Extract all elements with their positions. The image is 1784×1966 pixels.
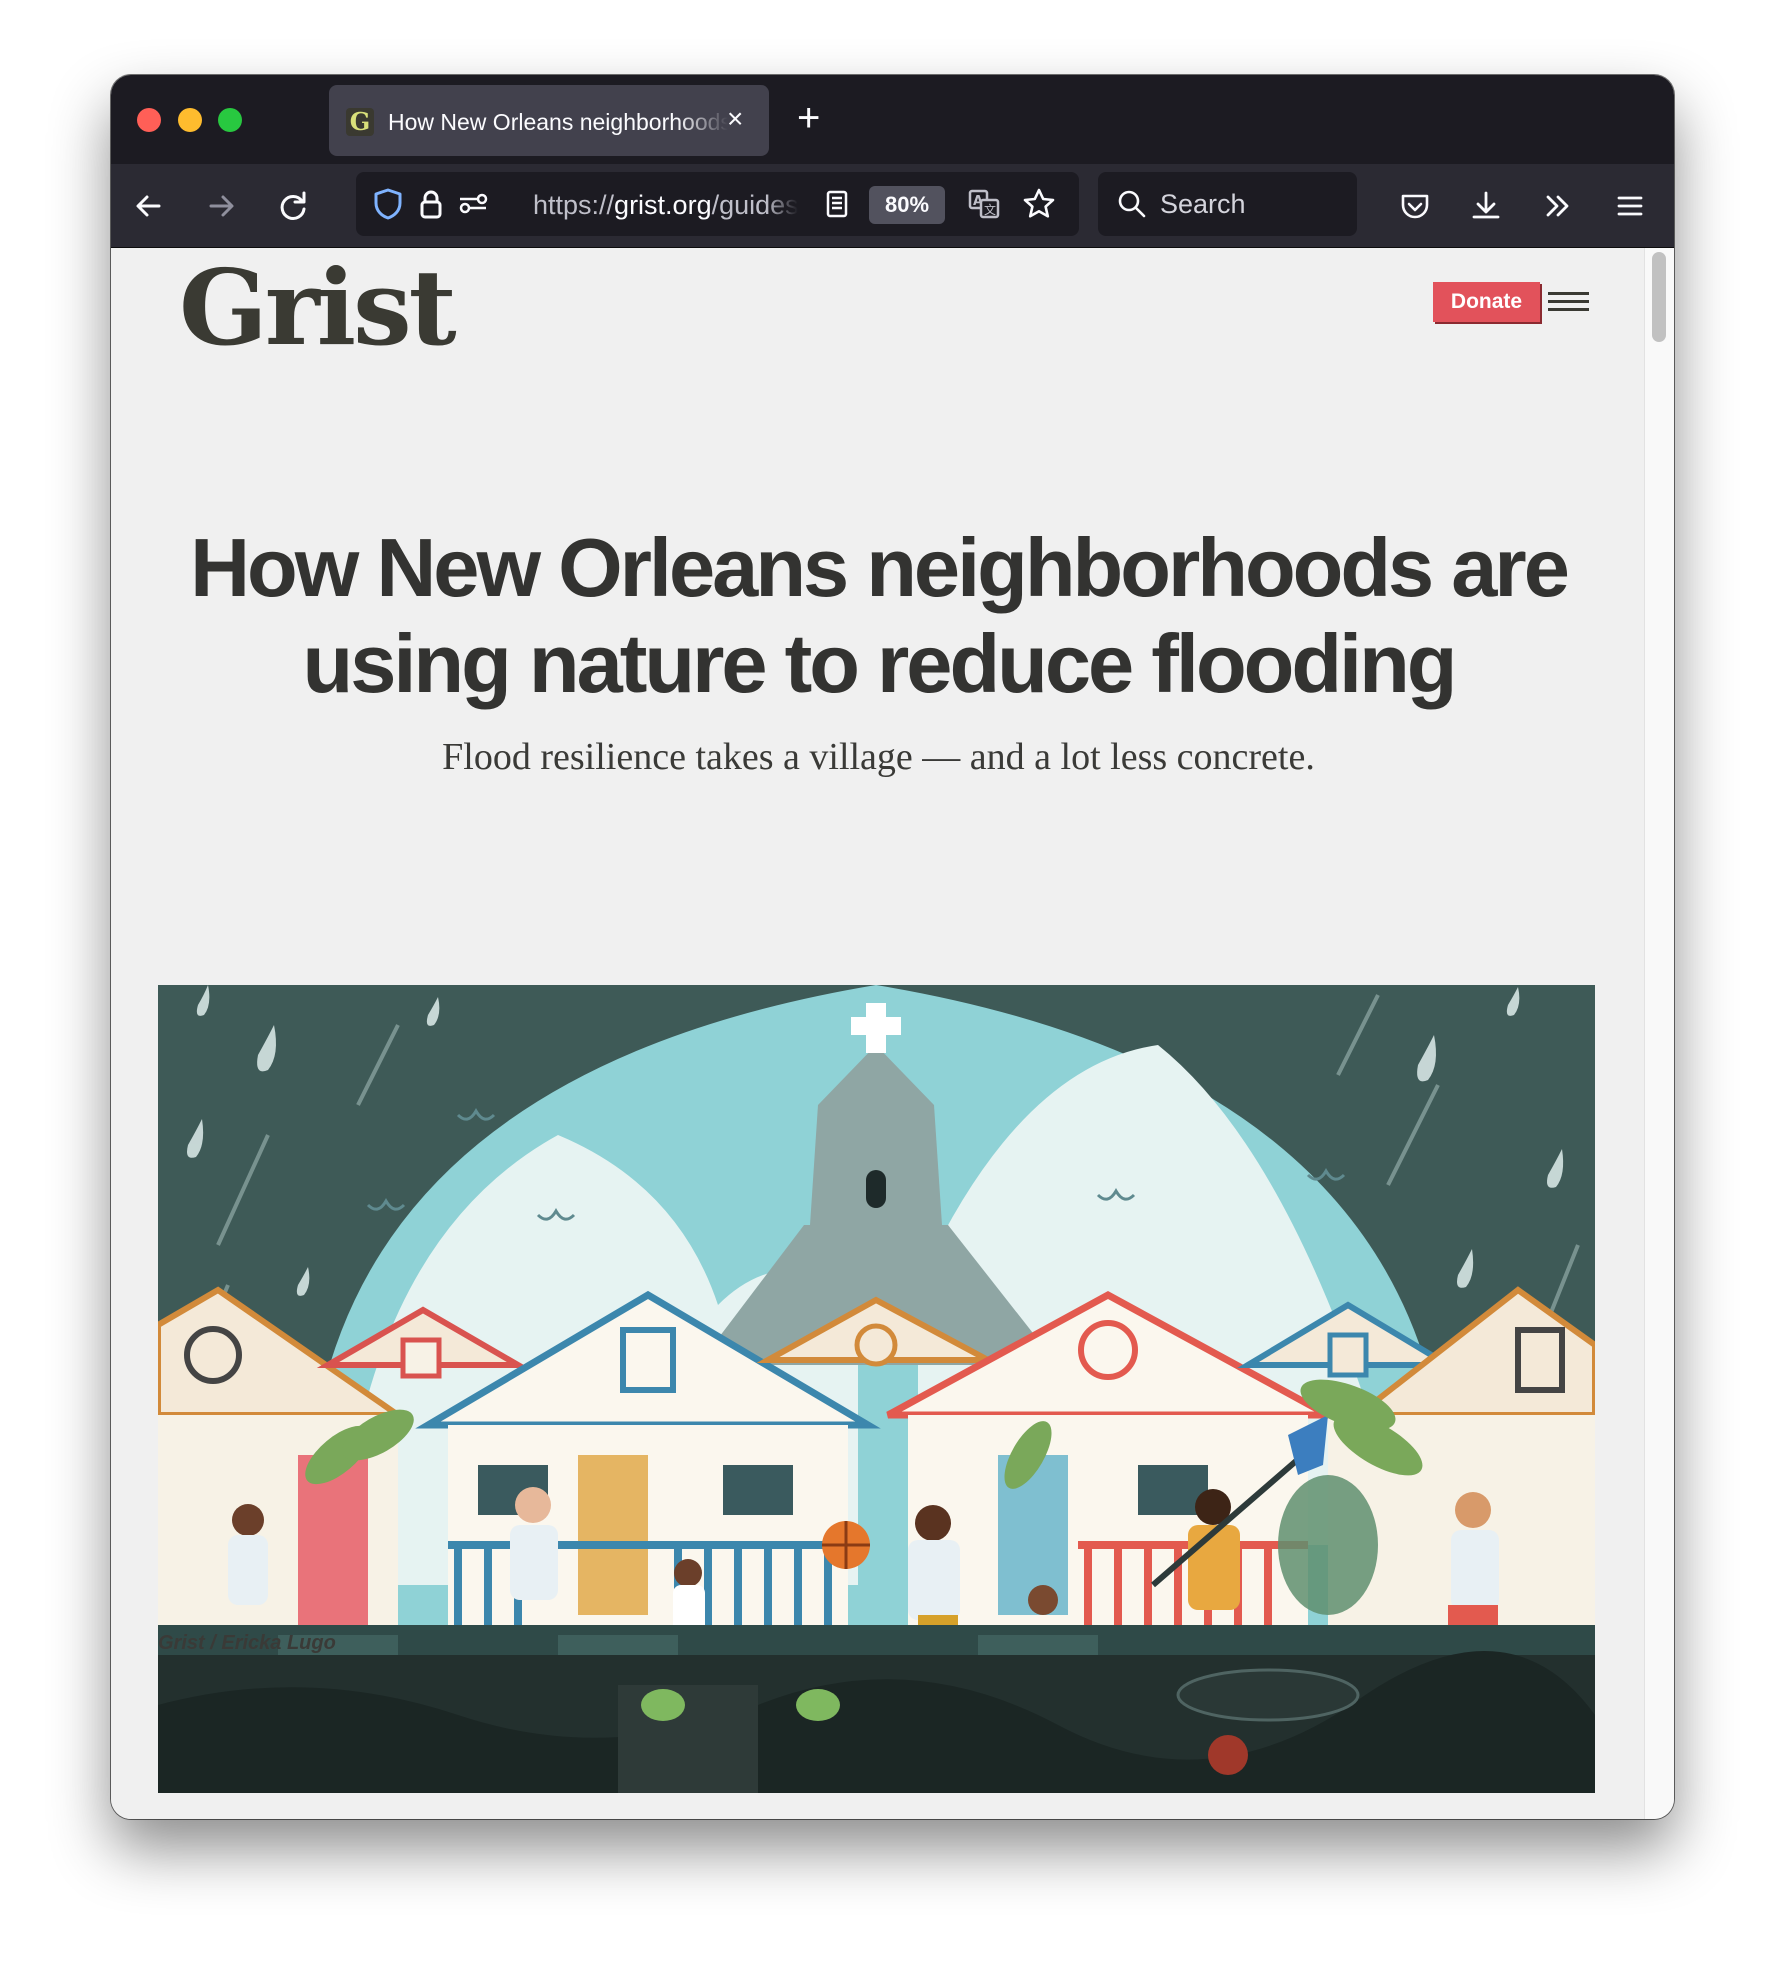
url-host: grist.org — [614, 190, 712, 220]
url-text[interactable]: https://grist.org/guides/ — [533, 189, 798, 221]
app-menu-button[interactable] — [1608, 184, 1652, 228]
permissions-icon[interactable] — [456, 186, 492, 222]
app-menu-icon — [1617, 196, 1643, 216]
donate-button[interactable]: Donate — [1433, 282, 1540, 322]
zoom-level-badge[interactable]: 80% — [869, 186, 945, 224]
browser-window: G How New Orleans neighborhoods are usin… — [111, 75, 1674, 1819]
pocket-button[interactable] — [1393, 184, 1437, 228]
download-icon — [1472, 191, 1500, 219]
forward-arrow-icon — [209, 195, 234, 217]
url-path: /guides/ — [711, 190, 798, 220]
page-viewport: Grist Donate How New Orleans neighborhoo… — [111, 248, 1644, 1819]
back-button[interactable] — [127, 184, 171, 228]
tab-close-icon[interactable]: × — [727, 104, 743, 134]
search-icon — [1114, 186, 1150, 222]
url-scheme: https:// — [533, 190, 615, 220]
reload-icon — [280, 191, 306, 220]
search-placeholder: Search — [1160, 189, 1246, 219]
forward-button[interactable] — [199, 184, 243, 228]
reload-button[interactable] — [271, 184, 315, 228]
overflow-menu-button[interactable] — [1536, 184, 1580, 228]
new-tab-button[interactable]: + — [797, 95, 820, 141]
site-favicon-icon: G — [346, 108, 374, 136]
image-credit: Grist / Ericka Lugo — [158, 1632, 336, 1654]
reader-view-icon[interactable] — [819, 186, 855, 222]
headline-line-2: using nature to reduce flooding — [302, 617, 1458, 710]
hero-illustration — [158, 985, 1595, 1793]
hamburger-menu-icon[interactable] — [1548, 292, 1589, 312]
bookmark-star-icon[interactable] — [1020, 185, 1058, 223]
search-bar[interactable]: Search — [1098, 172, 1357, 236]
grist-logo[interactable]: Grist — [179, 248, 457, 368]
zoom-window-button[interactable] — [218, 108, 242, 132]
tab-active[interactable]: G How New Orleans neighborhoods are usin… — [329, 85, 769, 156]
scrollbar-thumb[interactable] — [1652, 252, 1666, 342]
pocket-icon — [1401, 194, 1429, 219]
downloads-button[interactable] — [1464, 184, 1508, 228]
back-arrow-icon — [136, 195, 161, 217]
overflow-chevron-icon — [1546, 195, 1569, 217]
minimize-window-button[interactable] — [178, 108, 202, 132]
shield-icon[interactable] — [370, 186, 406, 222]
headline-line-1: How New Orleans neighborhoods are — [190, 521, 1570, 614]
lock-icon[interactable] — [413, 186, 449, 222]
close-window-button[interactable] — [137, 108, 161, 132]
tab-strip: G How New Orleans neighborhoods are usin… — [111, 75, 1674, 164]
article-dek: Flood resilience takes a village — and a… — [442, 736, 1315, 778]
tab-title: How New Orleans neighborhoods are using … — [388, 109, 728, 135]
svg-text:文: 文 — [984, 202, 996, 217]
translate-icon[interactable]: A文 — [966, 186, 1002, 222]
address-bar[interactable]: https://grist.org/guides/ 80% A文 — [356, 172, 1079, 236]
navigation-toolbar: https://grist.org/guides/ 80% A文 Search — [111, 164, 1674, 248]
article-headline: How New Orleans neighborhoods are using … — [141, 520, 1616, 712]
scrollbar-track[interactable] — [1644, 248, 1674, 1819]
